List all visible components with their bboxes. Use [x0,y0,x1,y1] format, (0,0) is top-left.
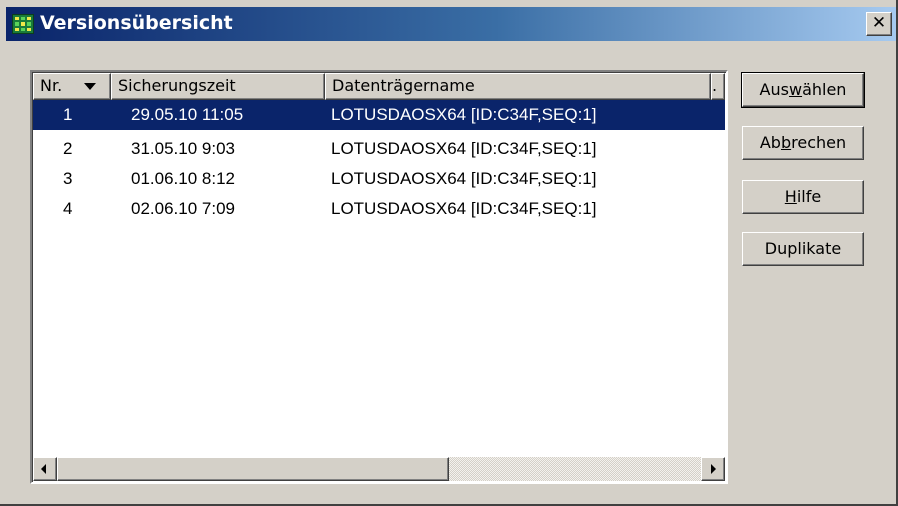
list-header: Nr. Sicherungszeit Datenträgername . [33,73,725,100]
button-accesskey: H [784,187,797,206]
list-rows: 1 29.05.10 11:05 LOTUSDAOSX64 [ID:C34F,S… [33,100,725,224]
select-button[interactable]: Auswählen [741,72,865,108]
close-button[interactable]: ✕ [866,12,892,36]
row-nr: 2 [63,139,73,158]
list-row[interactable]: 3 01.06.10 8:12 LOTUSDAOSX64 [ID:C34F,SE… [33,164,725,194]
button-label-prefix: Aus [759,80,789,99]
button-label-suffix: ilfe [796,187,822,206]
column-label: Sicherungszeit [118,76,236,95]
button-label: Duplikate [764,239,842,258]
arrow-right-icon [711,464,716,474]
version-overview-dialog: Versionsübersicht ✕ Nr. Sicherungszeit D… [0,0,898,506]
scroll-right-button[interactable] [701,457,725,481]
row-backup-time: 02.06.10 7:09 [131,199,235,218]
title-bar[interactable]: Versionsübersicht ✕ [6,7,896,41]
window-title: Versionsübersicht [40,12,233,34]
duplicates-button[interactable]: Duplikate [742,232,864,266]
horizontal-scrollbar[interactable] [33,457,725,481]
close-icon: ✕ [871,13,887,33]
column-label: Datenträgername [332,76,475,95]
list-row[interactable]: 2 31.05.10 9:03 LOTUSDAOSX64 [ID:C34F,SE… [33,134,725,164]
row-nr: 1 [63,105,73,124]
row-nr: 4 [63,199,73,218]
column-label: Nr. [40,76,63,95]
sort-descending-icon [84,83,96,90]
column-header-nr[interactable]: Nr. [33,73,111,100]
button-label-prefix: Ab [759,133,781,152]
column-header-volume-name[interactable]: Datenträgername [325,73,711,100]
column-header-extra[interactable]: . [711,73,725,100]
cancel-button[interactable]: Abbrechen [742,126,864,160]
list-row[interactable]: 4 02.06.10 7:09 LOTUSDAOSX64 [ID:C34F,SE… [33,194,725,224]
button-label-suffix: ählen [802,80,847,99]
help-button[interactable]: Hilfe [742,180,864,214]
row-backup-time: 01.06.10 8:12 [131,169,235,188]
row-volume-name: LOTUSDAOSX64 [ID:C34F,SEQ:1] [331,199,597,218]
button-accesskey: b [780,133,792,152]
scroll-left-button[interactable] [33,457,57,481]
app-grid-icon [12,14,34,34]
row-nr: 3 [63,169,73,188]
row-volume-name: LOTUSDAOSX64 [ID:C34F,SEQ:1] [331,169,597,188]
row-volume-name: LOTUSDAOSX64 [ID:C34F,SEQ:1] [331,105,597,124]
row-volume-name: LOTUSDAOSX64 [ID:C34F,SEQ:1] [331,139,597,158]
version-list[interactable]: Nr. Sicherungszeit Datenträgername . 1 2… [30,70,728,484]
column-label: . [712,76,718,95]
button-label-suffix: rechen [791,133,847,152]
list-row[interactable]: 1 29.05.10 11:05 LOTUSDAOSX64 [ID:C34F,S… [33,100,725,130]
row-backup-time: 29.05.10 11:05 [131,105,244,124]
scrollbar-thumb[interactable] [57,457,449,481]
button-accesskey: w [788,80,803,99]
column-header-backup-time[interactable]: Sicherungszeit [111,73,325,100]
row-backup-time: 31.05.10 9:03 [131,139,235,158]
arrow-left-icon [41,464,46,474]
